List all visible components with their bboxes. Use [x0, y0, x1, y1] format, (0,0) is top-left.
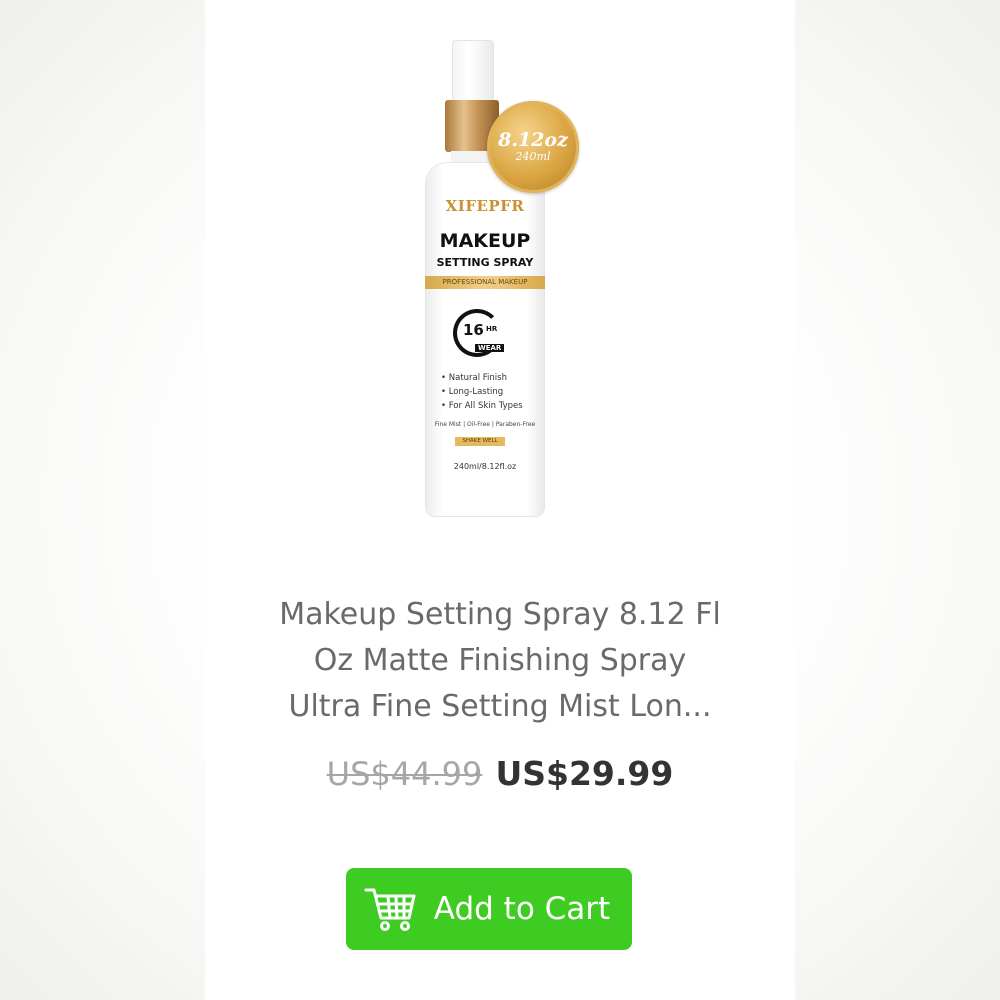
bottle-volume: 240ml/8.12fl.oz — [453, 462, 517, 471]
product-title[interactable]: Makeup Setting Spray 8.12 Fl Oz Matte Fi… — [230, 592, 770, 730]
wear-word: WEAR — [475, 344, 505, 352]
bottle-feature-list: • Natural Finish • Long-Lasting • For Al… — [441, 371, 523, 413]
bottle-feature: • Long-Lasting — [441, 387, 504, 397]
wear-hr: HR — [486, 325, 498, 333]
product-title-line: Makeup Setting Spray 8.12 Fl — [279, 597, 721, 632]
wear-hours: 16 — [463, 321, 484, 339]
price-row: US$44.99 US$29.99 — [230, 754, 770, 793]
bottle-feature: • Natural Finish — [441, 373, 507, 383]
sale-price: US$29.99 — [495, 754, 674, 793]
volume-seal-badge: 8.12oz 240ml — [487, 101, 579, 193]
bottle-label-band: PROFESSIONAL MAKEUP — [425, 276, 545, 289]
shopping-cart-icon — [364, 888, 416, 931]
bottle-cap — [452, 40, 494, 104]
bottle-label-title: MAKEUP — [439, 230, 531, 252]
page: XIFEPFR MAKEUP SETTING SPRAY PROFESSIONA… — [0, 0, 1000, 1000]
bottle-claims: Fine Mist | Oil-Free | Paraben-Free — [434, 421, 536, 428]
original-price: US$44.99 — [326, 755, 483, 793]
add-to-cart-button[interactable]: Add to Cart — [346, 868, 632, 950]
bottle-feature: • For All Skin Types — [441, 401, 523, 411]
seal-ml: 240ml — [515, 150, 551, 163]
bottle-label-subtitle: SETTING SPRAY — [436, 256, 534, 269]
product-title-line: Oz Matte Finishing Spray — [313, 643, 687, 678]
product-image[interactable]: XIFEPFR MAKEUP SETTING SPRAY PROFESSIONA… — [395, 25, 595, 525]
bottle-brand: XIFEPFR — [445, 197, 525, 215]
add-to-cart-label: Add to Cart — [433, 891, 611, 927]
bottle-shake-tag: SHAKE WELL — [455, 437, 505, 446]
seal-oz: 8.12oz — [498, 129, 568, 151]
product-title-line: Ultra Fine Setting Mist Lon... — [288, 689, 712, 724]
